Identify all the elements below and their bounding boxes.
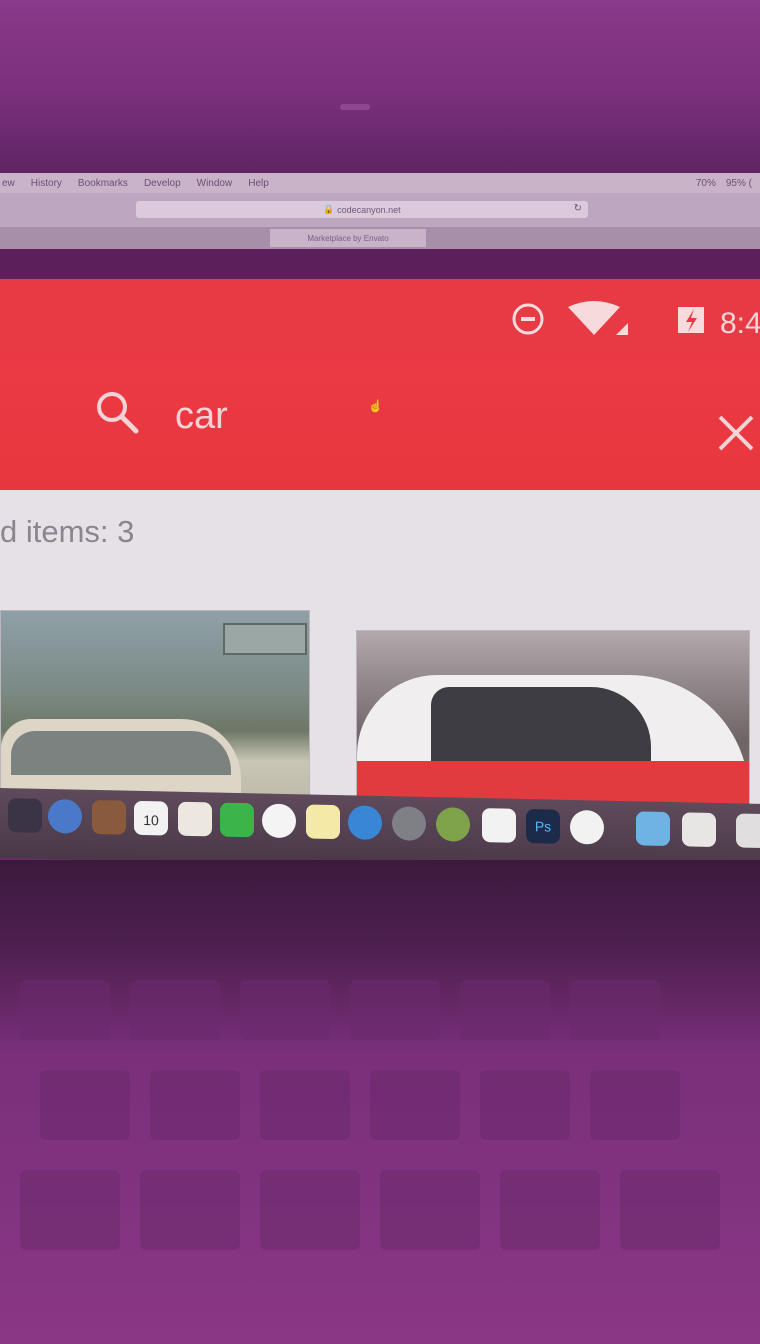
photoshop-icon[interactable]: Ps: [526, 809, 560, 844]
keyboard-key: [460, 980, 550, 1040]
close-icon[interactable]: [716, 413, 756, 453]
keyboard-key: [240, 980, 330, 1040]
battery-charging-icon: [678, 307, 704, 333]
status-time: 8:4: [720, 307, 760, 340]
menubar-battery: 95% (: [725, 177, 752, 189]
search-toolbar: car ☝: [0, 359, 760, 503]
keyboard-key: [20, 980, 110, 1040]
menu-item-help[interactable]: Help: [248, 178, 269, 189]
calendar-day: 10: [143, 811, 159, 829]
reminders-icon[interactable]: [178, 801, 212, 837]
mouse-cursor-icon: ☝: [368, 399, 383, 413]
system-preferences-icon[interactable]: [392, 806, 426, 841]
photoshop-label: Ps: [534, 818, 552, 835]
road-sign: [223, 623, 307, 655]
laptop-bezel: [0, 0, 760, 175]
keyboard-key: [260, 1170, 360, 1250]
menu-item-develop[interactable]: Develop: [144, 178, 181, 189]
reload-icon[interactable]: ↻: [574, 203, 582, 214]
keyboard-key: [20, 1170, 120, 1250]
car-window: [11, 731, 231, 775]
keyboard-key: [480, 1070, 570, 1140]
itunes-icon[interactable]: [262, 803, 296, 839]
photo-booth-icon[interactable]: [570, 809, 604, 845]
camera-glare: [340, 104, 370, 110]
laptop-keyboard-area: [0, 860, 760, 1344]
car-window: [431, 687, 651, 767]
tab-marketplace[interactable]: Marketplace by Envato: [270, 229, 426, 247]
keyboard-key: [130, 980, 220, 1040]
wifi-icon: [568, 301, 628, 335]
lock-icon: 🔒: [323, 204, 338, 214]
menubar-extra: 70%: [695, 177, 716, 189]
found-items-count: d items: 3: [0, 514, 135, 549]
menubar-status-area: 70% 95% (: [696, 178, 760, 189]
browser-tabs: Marketplace by Envato: [0, 227, 760, 249]
address-bar[interactable]: 🔒 codecanyon.net ↻: [136, 201, 588, 218]
search-icon[interactable]: [94, 389, 140, 435]
keyboard-key: [40, 1070, 130, 1140]
mac-menubar: ew History Bookmarks Develop Window Help…: [0, 173, 760, 193]
app-store-icon[interactable]: [348, 805, 382, 841]
screen-edge: [0, 249, 760, 279]
menu-item-window[interactable]: Window: [197, 178, 233, 189]
menu-item-bookmarks[interactable]: Bookmarks: [78, 178, 128, 189]
keyboard-key: [260, 1070, 350, 1140]
android-status-bar: 8:4: [0, 279, 760, 359]
do-not-disturb-icon: [512, 303, 544, 335]
facetime-icon[interactable]: [220, 802, 254, 838]
keyboard-key: [370, 1070, 460, 1140]
keyboard-key: [620, 1170, 720, 1250]
search-input[interactable]: car: [175, 395, 228, 438]
trash-icon[interactable]: [736, 813, 760, 849]
menu-item-history[interactable]: History: [31, 178, 62, 189]
keyboard-key: [140, 1170, 240, 1250]
launchpad-icon[interactable]: [8, 798, 42, 833]
android-studio-icon[interactable]: [436, 807, 470, 842]
calendar-icon[interactable]: 10: [134, 800, 168, 836]
keyboard-key: [590, 1070, 680, 1140]
textedit-icon[interactable]: [482, 808, 516, 843]
browser-toolbar: 🔒 codecanyon.net ↻: [0, 193, 760, 227]
downloads-icon[interactable]: [682, 812, 716, 847]
safari-icon[interactable]: [48, 799, 82, 834]
keyboard-key: [380, 1170, 480, 1250]
keyboard-key: [570, 980, 660, 1040]
keyboard-key: [500, 1170, 600, 1250]
tab-title: Marketplace by Envato: [307, 233, 389, 243]
contacts-icon[interactable]: [92, 799, 126, 835]
menu-item-view[interactable]: ew: [2, 178, 15, 189]
result-image-1[interactable]: [0, 610, 310, 812]
notes-icon[interactable]: [306, 804, 340, 840]
keyboard-key: [150, 1070, 240, 1140]
url-text: codecanyon.net: [337, 204, 401, 215]
folder-icon[interactable]: [636, 811, 670, 847]
keyboard-key: [350, 980, 440, 1040]
results-area: d items: 3: [0, 490, 760, 832]
